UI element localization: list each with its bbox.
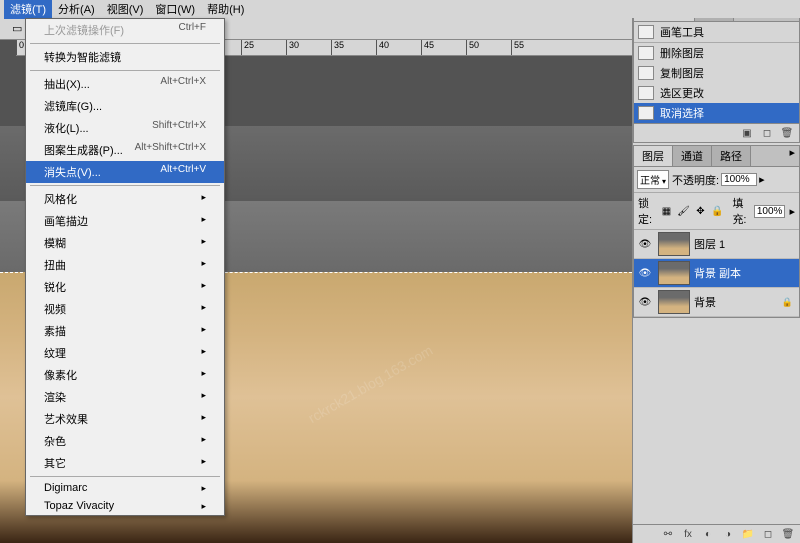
history-item[interactable]: 取消选择 — [634, 103, 799, 123]
right-panels: 历史记录 动作 ▸ × 画笔工具 删除图层 复制图层 选区更改 取消选择 ▣ ◻… — [632, 0, 800, 543]
watermark-text: rckrck21.blog.163.com — [305, 342, 435, 426]
menu-blur[interactable]: 模糊 — [26, 232, 224, 254]
new-layer-icon[interactable]: ◻ — [760, 527, 776, 541]
menu-last-filter[interactable]: 上次滤镜操作(F)Ctrl+F — [26, 19, 224, 41]
menu-help[interactable]: 帮助(H) — [201, 0, 250, 19]
menu-distort[interactable]: 扭曲 — [26, 254, 224, 276]
layer-thumbnail — [658, 232, 690, 256]
menu-filter[interactable]: 滤镜(T) — [4, 0, 52, 19]
history-panel: 历史记录 动作 ▸ × 画笔工具 删除图层 复制图层 选区更改 取消选择 ▣ ◻… — [633, 0, 800, 143]
link-icon[interactable]: ⚯ — [660, 527, 676, 541]
layers-panel: 图层 通道 路径 ▸ 正常 不透明度: 100%▸ 锁定: ▦ 🖌 ✥ 🔒 填充… — [633, 145, 800, 318]
fill-input[interactable]: 100% — [754, 205, 786, 218]
layer-name[interactable]: 背景 — [694, 294, 778, 310]
tab-channels[interactable]: 通道 — [673, 146, 712, 166]
history-item[interactable]: 选区更改 — [634, 83, 799, 103]
menu-sharpen[interactable]: 锐化 — [26, 276, 224, 298]
adjustment-icon[interactable]: ◑ — [720, 527, 736, 541]
history-item[interactable]: 画笔工具 — [634, 22, 799, 42]
copy-layer-icon — [638, 66, 654, 80]
visibility-icon[interactable] — [639, 267, 652, 279]
tab-layers[interactable]: 图层 — [634, 146, 673, 166]
menu-convert-smart[interactable]: 转换为智能滤镜 — [26, 46, 224, 68]
layer-name[interactable]: 图层 1 — [694, 236, 797, 252]
selection-icon — [638, 86, 654, 100]
menu-digimarc[interactable]: Digimarc — [26, 479, 224, 497]
layers-footer: ⚯ fx ◐ ◑ 📁 ◻ 🗑 — [633, 524, 800, 543]
menu-topaz[interactable]: Topaz Vivacity — [26, 497, 224, 515]
layer-thumbnail — [658, 290, 690, 314]
menu-liquify[interactable]: 液化(L)...Shift+Ctrl+X — [26, 117, 224, 139]
layer-row[interactable]: 图层 1 — [634, 230, 799, 259]
menu-texture[interactable]: 纹理 — [26, 342, 224, 364]
menubar: 滤镜(T) 分析(A) 视图(V) 窗口(W) 帮助(H) — [0, 0, 800, 18]
blend-mode-select[interactable]: 正常 — [637, 170, 669, 189]
panel-menu-icon[interactable]: ▸ — [785, 146, 799, 166]
trash-icon[interactable]: 🗑 — [780, 527, 796, 541]
filter-dropdown-menu: 上次滤镜操作(F)Ctrl+F 转换为智能滤镜 抽出(X)...Alt+Ctrl… — [25, 18, 225, 516]
history-item[interactable]: 复制图层 — [634, 63, 799, 83]
menu-artistic[interactable]: 艺术效果 — [26, 408, 224, 430]
menu-stylize[interactable]: 风格化 — [26, 188, 224, 210]
menu-extract[interactable]: 抽出(X)...Alt+Ctrl+X — [26, 73, 224, 95]
menu-pattern-maker[interactable]: 图案生成器(P)...Alt+Shift+Ctrl+X — [26, 139, 224, 161]
group-icon[interactable]: 📁 — [740, 527, 756, 541]
opacity-input[interactable]: 100% — [721, 173, 757, 186]
brush-icon — [638, 25, 654, 39]
deselect-icon — [638, 106, 654, 120]
menu-noise[interactable]: 杂色 — [26, 430, 224, 452]
menu-brush-strokes[interactable]: 画笔描边 — [26, 210, 224, 232]
menu-sketch[interactable]: 素描 — [26, 320, 224, 342]
delete-layer-icon — [638, 46, 654, 60]
menu-window[interactable]: 窗口(W) — [149, 0, 201, 19]
lock-position-icon[interactable]: ✥ — [693, 204, 707, 218]
mask-icon[interactable]: ◐ — [700, 527, 716, 541]
fx-icon[interactable]: fx — [680, 527, 696, 541]
menu-analysis[interactable]: 分析(A) — [52, 0, 101, 19]
layer-name[interactable]: 背景 副本 — [694, 265, 797, 281]
lock-pixels-icon[interactable]: 🖌 — [676, 204, 690, 218]
visibility-icon[interactable] — [639, 238, 652, 250]
fill-label: 填充: — [732, 195, 749, 227]
lock-label: 锁定: — [638, 195, 655, 227]
menu-view[interactable]: 视图(V) — [101, 0, 150, 19]
trash-icon[interactable]: 🗑 — [779, 126, 795, 140]
opacity-label: 不透明度: — [672, 172, 719, 188]
new-doc-icon[interactable]: ◻ — [759, 126, 775, 140]
layer-row[interactable]: 背景 副本 — [634, 259, 799, 288]
layer-row[interactable]: 背景 — [634, 288, 799, 317]
menu-render[interactable]: 渲染 — [26, 386, 224, 408]
lock-transparency-icon[interactable]: ▦ — [659, 204, 673, 218]
new-snapshot-icon[interactable]: ▣ — [739, 126, 755, 140]
lock-all-icon[interactable]: 🔒 — [710, 204, 724, 218]
menu-vanishing-point[interactable]: 消失点(V)...Alt+Ctrl+V — [26, 161, 224, 183]
menu-pixelate[interactable]: 像素化 — [26, 364, 224, 386]
menu-other[interactable]: 其它 — [26, 452, 224, 474]
lock-icon — [782, 296, 797, 308]
menu-filter-gallery[interactable]: 滤镜库(G)... — [26, 95, 224, 117]
tab-paths[interactable]: 路径 — [712, 146, 751, 166]
history-item[interactable]: 删除图层 — [634, 43, 799, 63]
tool-icon[interactable]: ▭ — [8, 21, 26, 36]
visibility-icon[interactable] — [639, 296, 652, 308]
layer-thumbnail — [658, 261, 690, 285]
menu-video[interactable]: 视频 — [26, 298, 224, 320]
